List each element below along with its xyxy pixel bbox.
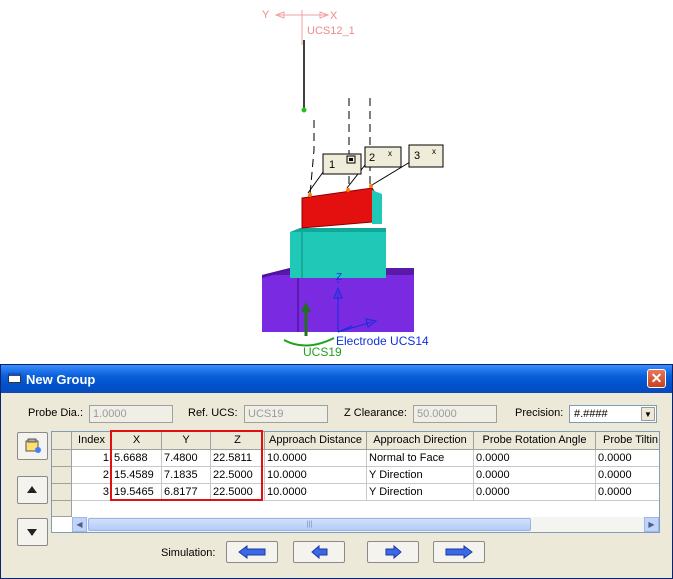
probe-callout-3[interactable]: 3 x — [408, 144, 444, 168]
new-group-dialog: New Group ✕ Probe Dia.: 1.0000 Ref. UCS:… — [0, 364, 673, 579]
cell-index[interactable]: 3 — [72, 484, 112, 501]
sim-prev-button[interactable] — [293, 541, 345, 563]
z-clearance-field: 50.0000 — [413, 405, 497, 423]
column-header-probe-rotation[interactable]: Probe Rotation Angle — [474, 432, 596, 450]
axis-z-label: Z — [336, 272, 342, 283]
add-probe-button[interactable] — [17, 432, 48, 460]
probe-callout-2[interactable]: 2 x — [364, 146, 402, 168]
cell-probe-rotation[interactable]: 0.0000 — [474, 450, 596, 467]
precision-value: #.#### — [574, 408, 608, 420]
scroll-right-icon[interactable]: ▶ — [644, 517, 659, 532]
arrow-left-icon — [311, 544, 328, 560]
close-icon[interactable]: x — [432, 147, 436, 156]
scrollbar-thumb[interactable]: ||| — [88, 518, 531, 531]
probe-dia-label: Probe Dia.: — [28, 407, 84, 419]
precision-select[interactable]: #.#### ▼ — [569, 405, 657, 423]
arrow-up-icon — [27, 486, 37, 493]
move-up-button[interactable] — [17, 476, 48, 504]
column-header-probe-tilting[interactable]: Probe Tiltin — [596, 432, 659, 450]
precision-label: Precision: — [515, 407, 564, 419]
chevron-down-icon[interactable]: ▼ — [641, 407, 655, 421]
axis-x-label: X — [330, 10, 338, 22]
scroll-left-icon[interactable]: ◀ — [72, 517, 87, 532]
approach-lines — [309, 98, 371, 196]
sim-next-button[interactable] — [367, 541, 419, 563]
model-graphics: Y X UCS12_1 1 2 x 3 x Z Electrode UCS14 … — [262, 9, 444, 359]
cell-approach-distance[interactable]: 10.0000 — [265, 450, 367, 467]
model-viewport[interactable]: Y X UCS12_1 1 2 x 3 x Z Electrode UCS14 … — [0, 0, 673, 362]
simulation-label: Simulation: — [161, 547, 216, 559]
z-clearance-label: Z Clearance: — [344, 407, 407, 419]
probe-callout-3-label: 3 — [414, 150, 420, 162]
arrow-down-icon — [27, 529, 37, 536]
row-header[interactable] — [52, 484, 72, 501]
probe-callout-1-label: 1 — [329, 159, 335, 171]
probe-dia-field: 1.0000 — [89, 405, 173, 423]
cell-probe-rotation[interactable]: 0.0000 — [474, 484, 596, 501]
ref-ucs-field: UCS19 — [244, 405, 328, 423]
cell-approach-direction[interactable]: Y Direction — [367, 467, 474, 484]
dialog-title: New Group — [26, 372, 96, 387]
table-corner — [52, 432, 72, 450]
column-header-approach-distance[interactable]: Approach Distance — [265, 432, 367, 450]
sim-first-button[interactable] — [226, 541, 278, 563]
cell-probe-tilting[interactable]: 0.0000 — [596, 450, 659, 467]
cell-probe-tilting[interactable]: 0.0000 — [596, 467, 659, 484]
horizontal-scrollbar[interactable]: ◀ ||| ▶ — [72, 517, 659, 532]
row-header[interactable] — [52, 467, 72, 484]
probe-start-point — [301, 107, 307, 113]
close-button[interactable]: ✕ — [647, 369, 666, 388]
probe-add-icon — [25, 438, 41, 453]
cell-index[interactable]: 2 — [72, 467, 112, 484]
dialog-titlebar[interactable]: New Group ✕ — [1, 365, 672, 393]
electrode-ucs-label: Electrode UCS14 — [336, 334, 429, 348]
cell-index[interactable]: 1 — [72, 450, 112, 467]
cell-approach-direction[interactable]: Y Direction — [367, 484, 474, 501]
cell-approach-direction[interactable]: Normal to Face — [367, 450, 474, 467]
close-icon[interactable]: x — [388, 149, 392, 158]
cell-probe-rotation[interactable]: 0.0000 — [474, 467, 596, 484]
row-header[interactable] — [52, 501, 72, 517]
cell-approach-distance[interactable]: 10.0000 — [265, 467, 367, 484]
move-down-button[interactable] — [17, 518, 48, 546]
window-icon — [8, 373, 21, 383]
probe-callout-1[interactable]: 1 — [322, 153, 362, 175]
column-header-index[interactable]: Index — [72, 432, 112, 450]
axis-y-label: Y — [262, 9, 270, 21]
xyz-highlight-box — [110, 430, 263, 501]
ucs-bottom-label: UCS19 — [303, 345, 342, 359]
ucs-top-label: UCS12_1 — [307, 25, 355, 37]
cell-probe-tilting[interactable]: 0.0000 — [596, 484, 659, 501]
electrode-body — [301, 184, 382, 229]
column-header-approach-direction[interactable]: Approach Direction — [367, 432, 474, 450]
probe-callout-2-label: 2 — [369, 152, 375, 164]
holder-block — [290, 228, 386, 278]
sim-last-button[interactable] — [433, 541, 485, 563]
arrow-left-double-icon — [238, 545, 266, 559]
ref-ucs-label: Ref. UCS: — [188, 407, 238, 419]
arrow-right-icon — [385, 544, 402, 560]
cell-approach-distance[interactable]: 10.0000 — [265, 484, 367, 501]
row-header[interactable] — [52, 450, 72, 467]
arrow-right-double-icon — [445, 545, 473, 559]
